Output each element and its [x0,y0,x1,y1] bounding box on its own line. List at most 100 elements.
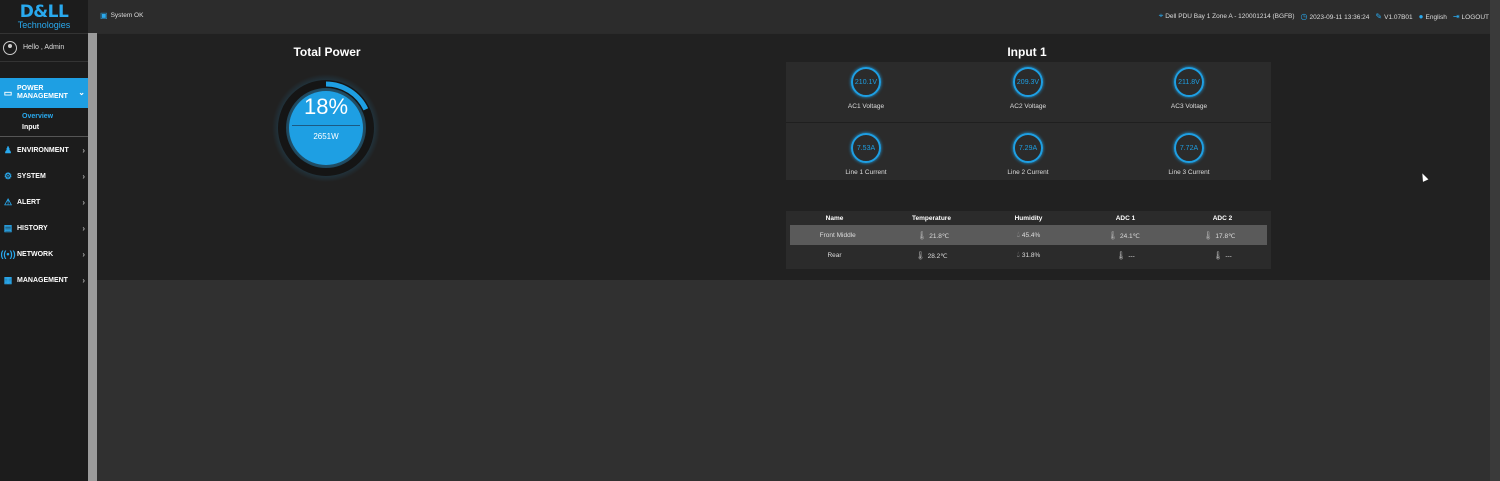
sidebar-item-power-management[interactable]: ▭ POWER MANAGEMENT ⌄ [0,78,88,108]
chevron-right-icon: › [82,223,85,233]
user-info: Hello , Admin [0,34,88,62]
meter-ring: 210.1V [851,67,881,97]
total-power-title: Total Power [293,45,361,59]
logout-text: LOGOUT [1461,13,1489,21]
location-text: Dell PDU Bay 1 Zone A - 120001214 (BGFB) [1165,13,1295,20]
cell-value: 31.8% [1021,252,1041,259]
cell-value: 21.8℃ [929,232,950,240]
cell-value: --- [1128,252,1135,260]
thermometer-icon: 🌡︎ [917,230,928,240]
meter-label: Line 3 Current [1168,169,1210,176]
meter-line3-current: 7.72A Line 3 Current [1129,128,1249,183]
thermometer-icon: 🌡︎ [915,250,926,260]
sidebar-item-environment[interactable]: ♟ ENVIRONMENT › [0,137,88,163]
logout-button[interactable]: ⇥ LOGOUT [1453,12,1489,21]
adc2-cell: 🌡︎ --- [1174,251,1271,260]
signal-icon: ((•)) [0,249,16,259]
sidebar-item-label: POWER MANAGEMENT [17,85,68,100]
adc2-cell: 🌡︎ 17.8℃ [1172,231,1267,240]
sidebar-item-label: HISTORY [17,224,48,232]
scrollbar-track[interactable] [1490,0,1500,481]
sidebar-item-alert[interactable]: ⚠ ALERT › [0,189,88,215]
meter-line1-current: 7.53A Line 1 Current [806,128,926,183]
greeting: Hello , Admin [23,44,65,51]
empty-content-area [97,280,1490,481]
total-power-gauge: 18% 2651W [272,74,380,182]
power-percent: 18% [303,94,349,119]
meter-ac2-voltage: 209.3V AC2 Voltage [968,62,1088,117]
sidebar-item-label: ENVIRONMENT [17,146,69,154]
top-bar: ▣ System OK ⌖ Dell PDU Bay 1 Zone A - 120… [88,0,1500,33]
pencil-icon: ✎ [1375,11,1383,21]
sidebar-item-label: ALERT [17,198,41,206]
power-watts: 2651W [313,132,339,141]
brand-subtitle: Technologies [17,19,71,30]
language-selector[interactable]: ● English [1419,12,1447,21]
sidebar-item-label: SYSTEM [17,172,46,180]
meter-ring: 7.29A [1013,133,1043,163]
chevron-right-icon: › [82,145,85,155]
sidebar-item-history[interactable]: ▤ HISTORY › [0,215,88,241]
sidebar-menu: ▭ POWER MANAGEMENT ⌄ Overview Input ♟ EN… [0,78,88,293]
meter-label: AC1 Voltage [847,103,885,110]
alert-icon: ⚠ [3,196,13,207]
temperature-cell: 🌡︎ 21.8℃ [885,231,980,240]
status-text: System OK [110,12,144,19]
submenu-item-overview[interactable]: Overview [22,111,88,122]
column-header[interactable]: Humidity [980,215,1077,222]
sidebar-item-network[interactable]: ((•)) NETWORK › [0,241,88,267]
submenu: Overview Input [0,108,88,137]
datetime-info: ◷ 2023-09-11 13:36:24 [1301,12,1370,21]
humidity-cell: 💧︎ 45.4% [981,230,1076,240]
sidebar-item-management[interactable]: ▦ MANAGEMENT › [0,267,88,293]
language-text: English [1425,13,1447,21]
thermometer-icon: 🌡︎ [1203,230,1214,240]
system-status: ▣ System OK [100,11,143,20]
thermometer-icon: 🌡︎ [1213,250,1224,260]
submenu-item-input[interactable]: Input [22,122,88,133]
meter-divider [786,122,1271,123]
logout-icon: ⇥ [1452,11,1460,21]
location-info: ⌖ Dell PDU Bay 1 Zone A - 120001214 (BGFB… [1159,11,1295,21]
gauge-ring [272,74,380,182]
table-header: Name Temperature Humidity ADC 1 ADC 2 [786,211,1271,225]
left-gutter [88,33,97,481]
sensor-name: Rear [827,251,842,259]
overview-panel: Total Power 18% 2651W Input 1 210.1V AC1… [97,34,1490,280]
column-header[interactable]: ADC 1 [1077,215,1174,222]
sidebar-item-label: NETWORK [17,250,54,258]
gear-icon: ⚙ [3,170,13,181]
meter-label: AC3 Voltage [1170,103,1208,110]
sidebar-item-system[interactable]: ⚙ SYSTEM › [0,163,88,189]
meter-ac1-voltage: 210.1V AC1 Voltage [806,62,926,117]
chevron-right-icon: › [82,275,85,285]
dell-logo[interactable]: D&LL Technologies [0,0,88,34]
thermometer-icon: 🌡︎ [1116,250,1127,260]
meter-ac3-voltage: 211.8V AC3 Voltage [1129,62,1249,117]
column-header[interactable]: Name [786,215,883,222]
chevron-right-icon: › [82,197,85,207]
table-row[interactable]: Rear 🌡︎ 28.2℃ 💧︎ 31.8% 🌡︎ --- 🌡︎ --- [786,245,1271,265]
meter-ring: 7.53A [851,133,881,163]
cell-value: --- [1225,252,1232,260]
cell-value: 45.4% [1021,232,1041,239]
column-header[interactable]: Temperature [883,215,980,222]
sidebar-item-label: MANAGEMENT [17,276,68,284]
adc1-cell: 🌡︎ --- [1077,251,1174,260]
column-header[interactable]: ADC 2 [1174,215,1271,222]
cell-value: 28.2℃ [927,252,948,260]
sidebar: D&LL Technologies Hello , Admin ▭ POWER … [0,0,88,481]
version-text: V1.07B01 [1384,13,1413,21]
cell-value: 17.8℃ [1215,232,1236,240]
datetime-text: 2023-09-11 13:36:24 [1309,13,1370,21]
people-icon: ♟ [3,144,13,155]
table-row[interactable]: Front Middle 🌡︎ 21.8℃ 💧︎ 45.4% 🌡︎ 24.1℃ 🌡︎ 1… [790,225,1267,245]
chevron-right-icon: › [82,249,85,259]
globe-icon: ● [1418,11,1424,21]
chevron-down-icon: ⌄ [78,88,85,97]
chevron-right-icon: › [82,171,85,181]
gauge-divider [292,125,360,126]
temperature-cell: 🌡︎ 28.2℃ [883,251,980,260]
sensor-table: Name Temperature Humidity ADC 1 ADC 2 Fr… [786,211,1271,269]
clock-icon: ◷ [1300,11,1308,21]
